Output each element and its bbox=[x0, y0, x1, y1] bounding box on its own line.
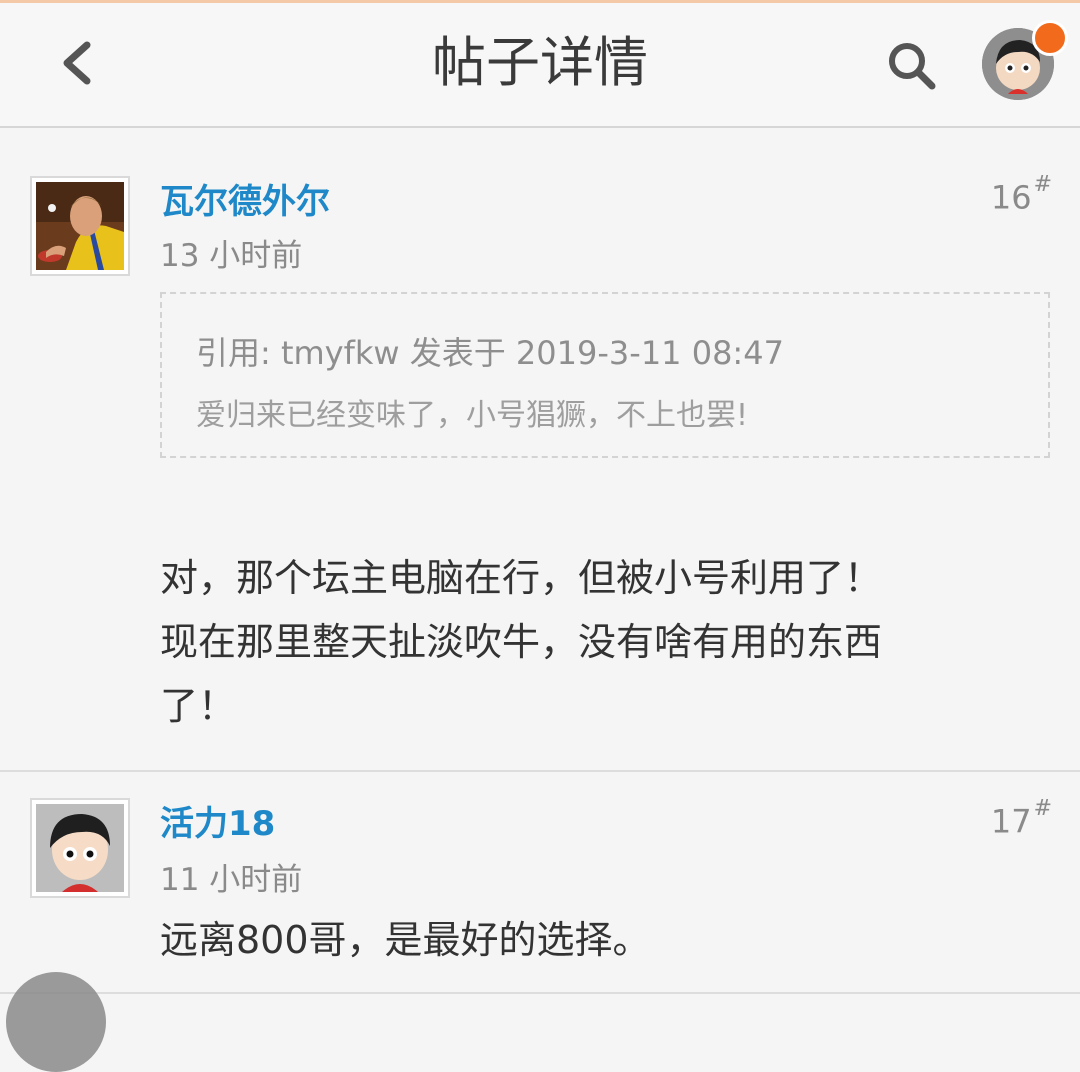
author-avatar[interactable] bbox=[30, 798, 130, 898]
top-bar: 帖子详情 bbox=[0, 0, 1080, 128]
quote-text: 爱归来已经变味了，小号猖獗，不上也罢! bbox=[196, 398, 749, 433]
post-item: 活力18 11 小时前 17# 远离800哥，是最好的选择。 bbox=[0, 772, 1080, 994]
floor-number: 17# bbox=[990, 796, 1052, 841]
chevron-left-icon bbox=[63, 41, 91, 85]
author-avatar[interactable] bbox=[30, 176, 130, 276]
floor-number: 16# bbox=[990, 172, 1052, 217]
post-time: 13 小时前 bbox=[160, 238, 303, 274]
floor-mark: # bbox=[1033, 172, 1052, 197]
search-icon bbox=[889, 43, 936, 90]
floor-mark: # bbox=[1033, 796, 1052, 821]
post-content-line: 对，那个坛主电脑在行，但被小号利用了！ bbox=[160, 556, 883, 600]
back-button[interactable] bbox=[44, 30, 110, 96]
author-avatar-image bbox=[36, 804, 124, 892]
post-content: 对，那个坛主电脑在行，但被小号利用了！ 现在那里整天扯淡吹牛，没有啥有用的东西 … bbox=[160, 546, 1020, 738]
floor-number-value: 16 bbox=[990, 178, 1032, 217]
post-content: 远离800哥，是最好的选择。 bbox=[160, 918, 651, 962]
quote-block: 引用: tmyfkw 发表于 2019-3-11 08:47 爱归来已经变味了，… bbox=[160, 292, 1050, 458]
post-content-line: 现在那里整天扯淡吹牛，没有啥有用的东西 bbox=[160, 620, 883, 664]
quote-header: 引用: tmyfkw 发表于 2019-3-11 08:47 bbox=[196, 334, 784, 372]
search-button[interactable] bbox=[880, 34, 944, 98]
floating-action-button[interactable] bbox=[6, 972, 106, 1072]
post-content-line: 了！ bbox=[160, 684, 237, 728]
post-author-name[interactable]: 活力18 bbox=[160, 796, 275, 845]
notification-badge bbox=[1032, 20, 1068, 56]
post-item: 瓦尔德外尔 13 小时前 16# 引用: tmyfkw 发表于 2019-3-1… bbox=[0, 128, 1080, 772]
top-accent-strip bbox=[0, 0, 1080, 3]
post-author-name[interactable]: 瓦尔德外尔 bbox=[160, 174, 330, 223]
author-avatar-image bbox=[36, 182, 124, 270]
floor-number-value: 17 bbox=[990, 802, 1032, 841]
post-time: 11 小时前 bbox=[160, 862, 303, 898]
